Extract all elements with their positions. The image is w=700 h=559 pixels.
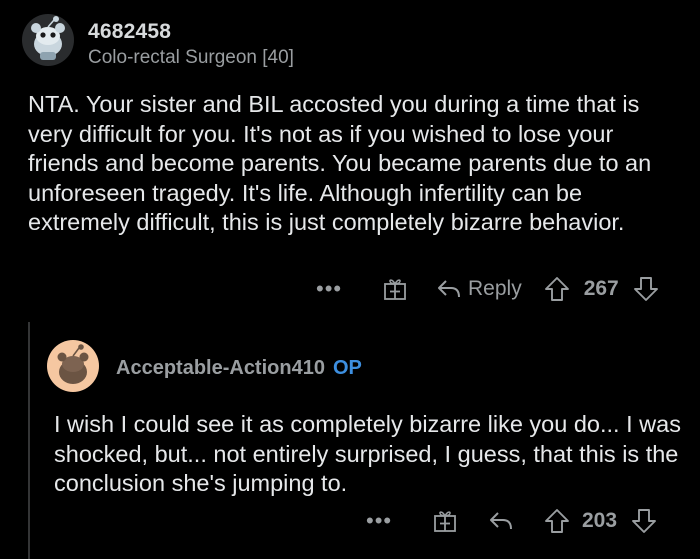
award-icon bbox=[434, 511, 456, 532]
downvote-button[interactable] bbox=[631, 508, 657, 534]
snoo-avatar-icon bbox=[22, 14, 74, 66]
vote-score: 267 bbox=[583, 277, 619, 300]
reply-actions: ••• 203 bbox=[366, 508, 657, 534]
award-button[interactable] bbox=[432, 508, 458, 534]
reply-username-row: Acceptable-Action410 OP bbox=[116, 357, 362, 380]
downvote-icon bbox=[632, 509, 656, 533]
comment-body: NTA. Your sister and BIL accosted you du… bbox=[28, 91, 652, 235]
reply-icon bbox=[438, 280, 460, 298]
op-badge: OP bbox=[332, 357, 362, 379]
reply-label: Reply bbox=[468, 277, 522, 300]
award-button[interactable] bbox=[382, 276, 408, 302]
award-icon bbox=[384, 279, 406, 300]
more-options-button[interactable]: ••• bbox=[366, 508, 396, 534]
reply-icon bbox=[490, 512, 512, 530]
upvote-icon bbox=[545, 509, 569, 533]
snoo-avatar-icon bbox=[47, 340, 99, 392]
thread-line[interactable] bbox=[28, 322, 30, 559]
downvote-button[interactable] bbox=[633, 276, 659, 302]
reply-button[interactable] bbox=[488, 510, 514, 532]
reply-body: I wish I could see it as completely biza… bbox=[54, 411, 681, 496]
vote-score: 203 bbox=[582, 509, 618, 532]
downvote-icon bbox=[633, 277, 658, 301]
reply-button[interactable]: Reply bbox=[436, 277, 522, 301]
upvote-icon bbox=[544, 277, 569, 301]
user-avatar[interactable] bbox=[22, 14, 74, 66]
upvote-button[interactable] bbox=[544, 508, 570, 534]
more-options-button[interactable]: ••• bbox=[316, 276, 346, 302]
comment-actions: ••• Reply 267 bbox=[316, 276, 659, 302]
upvote-button[interactable] bbox=[544, 276, 570, 302]
reply-user-avatar[interactable] bbox=[47, 340, 99, 392]
comment-username[interactable]: 4682458 bbox=[88, 20, 171, 44]
user-flair: Colo-rectal Surgeon [40] bbox=[88, 47, 294, 68]
reply-username[interactable]: Acceptable-Action410 bbox=[116, 357, 325, 379]
